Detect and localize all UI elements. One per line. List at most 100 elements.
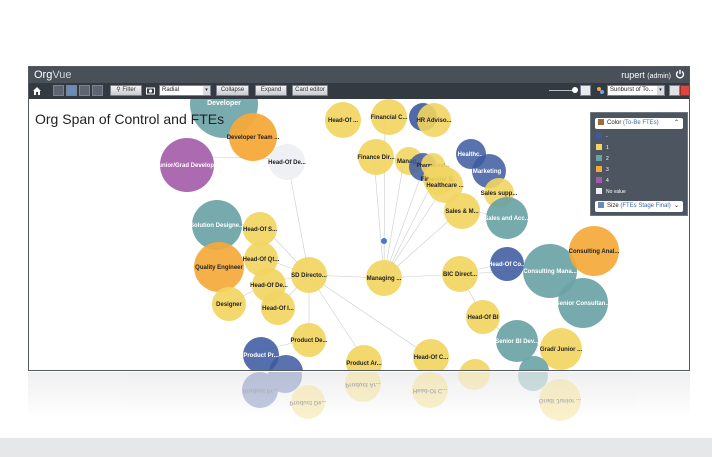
node-label: Head-Of C...: [414, 355, 449, 361]
node-label: Healthcare ...: [426, 183, 464, 189]
collapse-button[interactable]: Collapse: [216, 85, 249, 96]
chevron-down-icon: ⌄: [673, 203, 679, 209]
filter-icon: ⚲: [116, 87, 121, 93]
legend-item-label: 4: [606, 178, 609, 184]
chevron-down-icon: ▾: [657, 86, 664, 95]
palette-icon[interactable]: [596, 85, 605, 96]
user-name: rupert: [621, 70, 645, 80]
node-label: Consulting Anal...: [569, 249, 620, 255]
node-label: Consulting Mana...: [523, 269, 577, 275]
legend-item-label: No value: [606, 189, 626, 195]
chart-view-icon[interactable]: [79, 85, 90, 96]
size-label: Size: [607, 203, 619, 209]
node-label: Head-Of De...: [250, 283, 288, 289]
reflection-label: Grad/ Junior ...: [539, 397, 582, 403]
reflection-label: Product Pr...: [242, 387, 278, 393]
node-label: BIC Direct...: [443, 272, 477, 278]
view-select[interactable]: Sunburst of To... ▾: [607, 85, 665, 96]
title-bar: OrgVue rupert (admin): [29, 67, 689, 83]
size-field: (FTEs Stage Final): [620, 203, 671, 209]
filter-button[interactable]: ⚲ Filter: [110, 85, 142, 96]
legend-swatch: [596, 144, 602, 150]
legend-swatch: [596, 177, 602, 183]
node-label: Head-Of Co...: [488, 262, 526, 268]
view-select-value: Sunburst of To...: [610, 87, 654, 93]
node-label: Financial C...: [370, 115, 407, 121]
orgvue-logo: OrgVue: [34, 67, 72, 83]
node-label: Head-Of BI: [467, 315, 498, 321]
node-dot[interactable]: [381, 238, 387, 244]
node-label: Designer: [216, 302, 242, 308]
color-label: Color: [607, 120, 622, 126]
legend-panel: Color (To-Be FTEs) ⌃ - 1 2 3 4 No value S…: [590, 112, 688, 216]
expand-button[interactable]: Expand: [255, 85, 287, 96]
node-label: Sales & M...: [445, 209, 479, 215]
node-label: Quality Engineer: [195, 265, 243, 271]
node-label: Finance Dir...: [357, 155, 395, 161]
node-circle[interactable]: [346, 345, 382, 371]
legend-item: 2: [596, 155, 609, 162]
node-label: Head-Of S...: [243, 227, 277, 233]
reflection-label: Head-Of C...: [413, 387, 448, 393]
layout-select[interactable]: Radial ▾: [159, 85, 211, 96]
reflection-graphic: Product Pr... Product De... Product Ar..…: [242, 372, 582, 421]
node-label: Senior BI Dev...: [495, 339, 539, 345]
close-icon[interactable]: [680, 85, 689, 96]
chart-title: Org Span of Control and FTEs: [35, 111, 225, 127]
card-editor-button[interactable]: Card editor: [292, 85, 328, 96]
size-by-selector[interactable]: Size (FTEs Stage Final) ⌄: [595, 201, 683, 212]
legend-item: 4: [596, 177, 609, 184]
window-reflection: Product Pr... Product De... Product Ar..…: [28, 372, 690, 438]
bottom-band: [0, 438, 712, 457]
legend-item: -: [596, 133, 608, 140]
node-label: Product Pr...: [243, 353, 279, 359]
tree-view-icon[interactable]: [66, 85, 77, 96]
brand-vue: Vue: [52, 69, 72, 81]
reflection-label: Product Ar...: [345, 381, 381, 387]
zoom-fit-icon[interactable]: [580, 85, 591, 96]
legend-item: 1: [596, 144, 609, 151]
legend-item-label: 3: [606, 167, 609, 173]
node-label: Head-Of De...: [268, 160, 306, 166]
node-label: Senior Consultan...: [556, 301, 611, 307]
chevron-up-icon: ⌃: [673, 120, 679, 126]
legend-item: 3: [596, 166, 609, 173]
camera-icon[interactable]: [146, 85, 155, 96]
reflection-label: Product De...: [289, 399, 326, 405]
orgvue-window: OrgVue rupert (admin) ⚲ Filter Radial ▾ C…: [28, 66, 690, 371]
list-view-icon[interactable]: [92, 85, 103, 96]
node-label: Marketing: [473, 169, 502, 175]
node-label: HR Adviso...: [416, 118, 451, 124]
legend-item: No value: [596, 188, 626, 195]
size-icon: [598, 202, 604, 208]
home-icon[interactable]: [32, 85, 42, 96]
node-label: Product Ar...: [346, 361, 382, 367]
legend-swatch: [596, 166, 602, 172]
node-label: Sales and Acc...: [484, 216, 530, 222]
color-icon: [598, 119, 604, 125]
filter-label: Filter: [122, 87, 136, 93]
node-circle[interactable]: [459, 359, 491, 371]
legend-item-label: -: [606, 134, 608, 140]
node-label: Head-Of I...: [262, 306, 294, 312]
toolbar: ⚲ Filter Radial ▾ Collapse Expand Card ed…: [29, 83, 689, 99]
color-field: (To-Be FTEs): [623, 120, 659, 126]
zoom-slider-handle[interactable]: [572, 87, 578, 93]
node-label: Grad/ Junior ...: [540, 347, 583, 353]
save-icon[interactable]: [669, 85, 680, 96]
legend-item-label: 2: [606, 156, 609, 162]
layout-select-value: Radial: [162, 87, 180, 93]
user-role: (admin): [647, 73, 671, 80]
chevron-down-icon: ▾: [203, 86, 210, 95]
node-label: Junior/Grad Develop...: [155, 163, 219, 169]
color-by-selector[interactable]: Color (To-Be FTEs) ⌃: [595, 118, 683, 129]
table-view-icon[interactable]: [53, 85, 64, 96]
node-label: Sales supp...: [481, 191, 518, 197]
power-icon[interactable]: [675, 69, 685, 79]
legend-swatch: [596, 133, 602, 139]
legend-swatch: [596, 155, 602, 161]
node-label: Head-Of ...: [328, 118, 358, 124]
legend-item-label: 1: [606, 145, 609, 151]
legend-swatch: [596, 188, 602, 194]
node-label: Head-Of Qt...: [243, 257, 280, 263]
